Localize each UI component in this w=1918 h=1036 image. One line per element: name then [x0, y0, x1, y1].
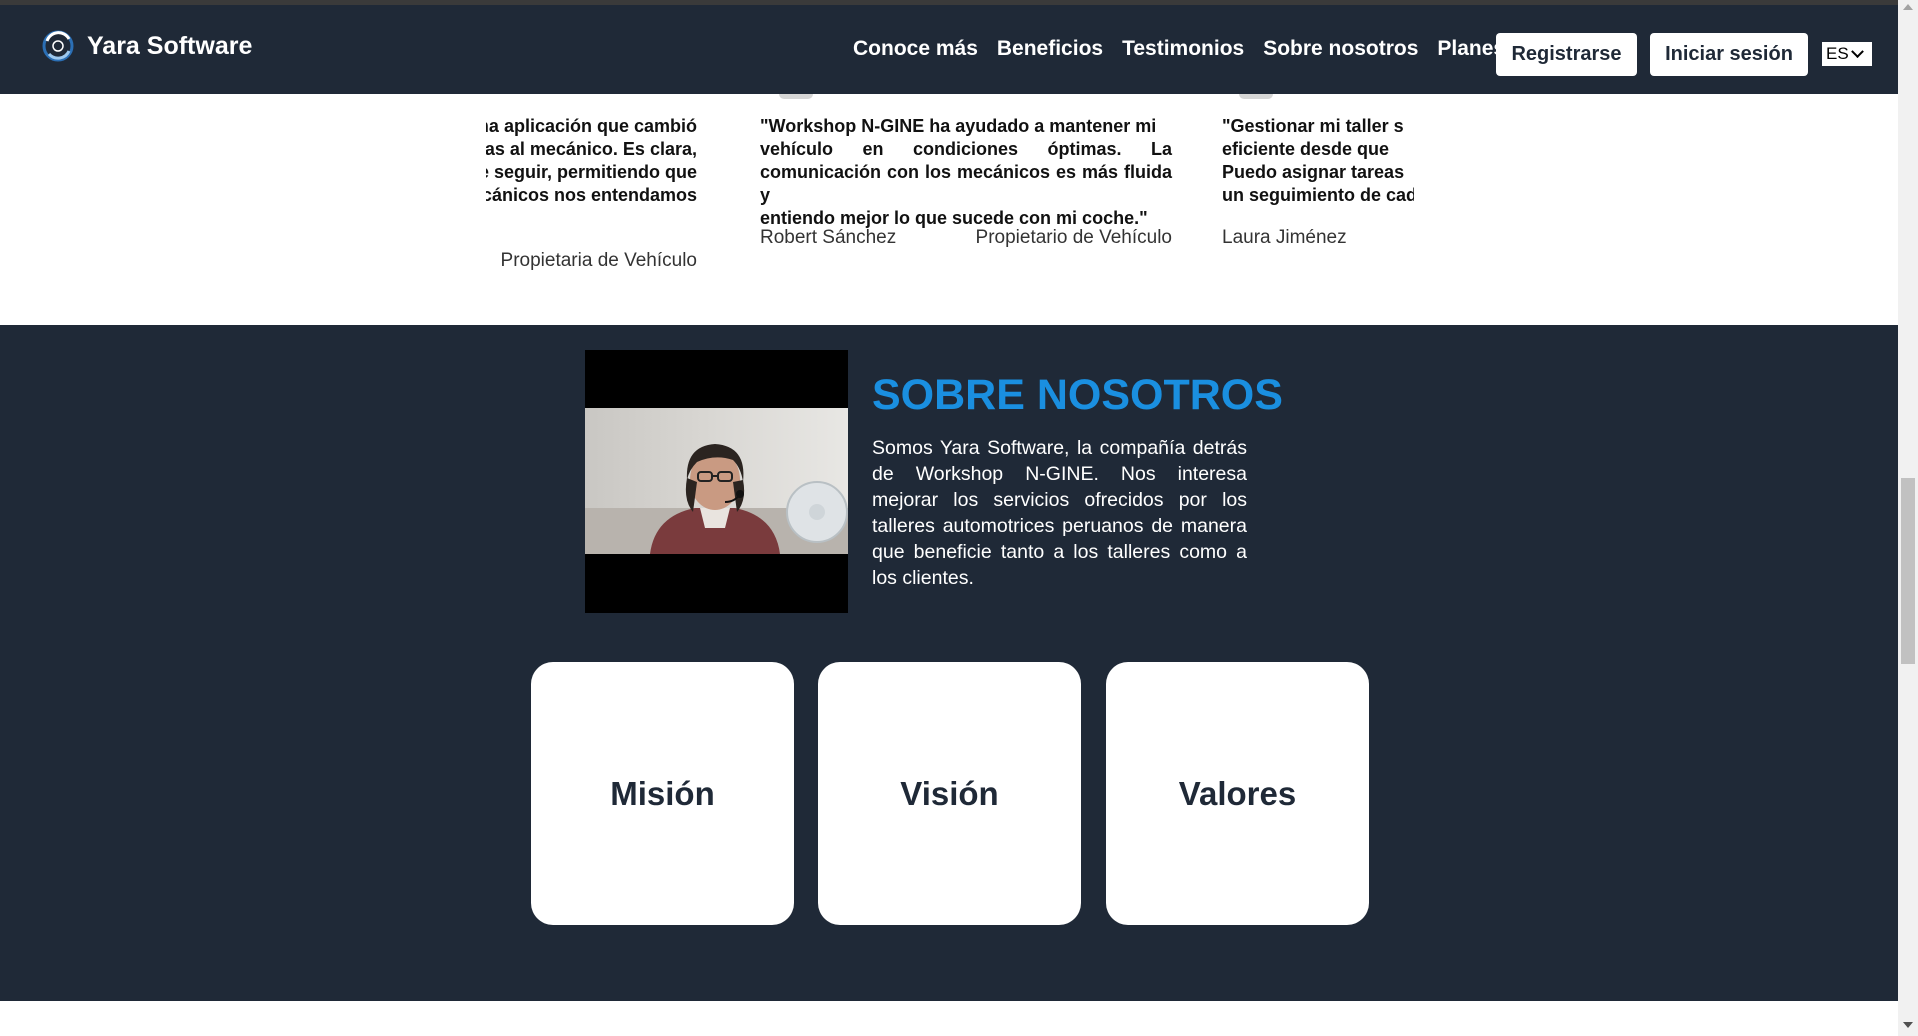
nav-link-sobre-nosotros[interactable]: Sobre nosotros [1263, 37, 1418, 61]
valores-card-label: Valores [1178, 774, 1297, 812]
quote-line: vehículo en condiciones óptimas. La [760, 139, 1172, 159]
scroll-thumb[interactable] [1901, 478, 1915, 664]
quote-line: tas al mecánico. Es clara, [486, 139, 697, 159]
testimonial-card: una aplicación que cambió tas al mecánic… [486, 94, 697, 325]
navbar: Yara Software Conoce más Beneficios Test… [0, 5, 1898, 94]
testimonial-quote: "Workshop N-GINE ha ayudado a mantener m… [760, 115, 1172, 230]
language-value: ES [1826, 44, 1849, 63]
brand-logo-icon [42, 30, 74, 62]
testimonial-quote: "Gestionar mi taller s eficiente desde q… [1222, 115, 1414, 207]
vision-card[interactable]: Visión [818, 662, 1081, 925]
page-scrollbar[interactable] [1898, 0, 1918, 1036]
nav-link-conoce-mas[interactable]: Conoce más [853, 37, 978, 61]
nav-link-planes[interactable]: Planes [1437, 37, 1505, 61]
avatar [779, 94, 813, 99]
login-button[interactable]: Iniciar sesión [1650, 33, 1808, 76]
testimonial-name: Robert Sánchez [760, 227, 897, 248]
testimonials-section: una aplicación que cambió tas al mecánic… [0, 94, 1898, 325]
avatar [1239, 94, 1273, 99]
about-video[interactable] [585, 350, 848, 613]
testimonial-card: "Gestionar mi taller s eficiente desde q… [1222, 94, 1414, 325]
quote-line: una aplicación que cambió [486, 116, 697, 136]
testimonial-quote: una aplicación que cambió tas al mecánic… [486, 115, 697, 207]
video-frame [585, 408, 848, 554]
next-section-edge [0, 1001, 1898, 1036]
valores-card[interactable]: Valores [1106, 662, 1369, 925]
scroll-up-arrow-icon[interactable] [1903, 4, 1913, 10]
quote-line: "Gestionar mi taller s [1222, 116, 1404, 136]
about-section: SOBRE NOSOTROS Somos Yara Software, la c… [0, 325, 1898, 1001]
scroll-down-arrow-icon[interactable] [1903, 1022, 1913, 1028]
quote-line: un seguimiento de cad [1222, 185, 1414, 205]
nav-link-beneficios[interactable]: Beneficios [997, 37, 1103, 61]
mision-card-label: Misión [610, 774, 715, 812]
testimonial-role: Propietaria de Vehículo [500, 250, 697, 271]
language-select[interactable]: ES [1821, 41, 1873, 67]
testimonial-name: Laura Jiménez [1222, 227, 1347, 248]
register-button[interactable]: Registrarse [1496, 33, 1637, 76]
testimonial-role: Propietario de Vehículo [975, 227, 1172, 248]
quote-line: comunicación con los mecánicos es más fl… [760, 162, 1172, 205]
quote-line: eficiente desde que [1222, 139, 1390, 159]
quote-line: ecánicos nos entendamos [486, 185, 697, 205]
person-image [585, 444, 848, 554]
nav-links: Conoce más Beneficios Testimonios Sobre … [853, 37, 1524, 61]
mision-card[interactable]: Misión [531, 662, 794, 925]
about-description: Somos Yara Software, la compañía detrás … [872, 437, 1247, 589]
brand[interactable]: Yara Software [41, 29, 252, 63]
nav-link-testimonios[interactable]: Testimonios [1122, 37, 1244, 61]
vision-card-label: Visión [900, 774, 999, 812]
chevron-down-icon [1850, 44, 1864, 58]
brand-name: Yara Software [87, 31, 253, 60]
about-title: SOBRE NOSOTROS [872, 371, 1283, 419]
quote-line: Puedo asignar tareas [1222, 162, 1405, 182]
quote-line: "Workshop N-GINE ha ayudado a mantener m… [760, 116, 1157, 136]
quote-line: e seguir, permitiendo que [486, 162, 697, 182]
testimonial-card: "Workshop N-GINE ha ayudado a mantener m… [760, 94, 1172, 325]
testimonials-carousel[interactable]: una aplicación que cambió tas al mecánic… [486, 94, 1414, 325]
